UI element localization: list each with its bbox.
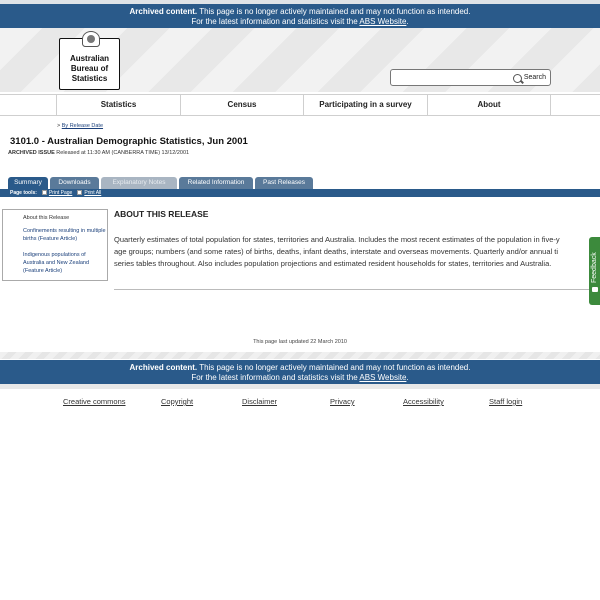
main-navigation: Statistics Census Participating in a sur… [0,94,600,116]
nav-item-census[interactable]: Census [180,95,303,115]
search-button[interactable]: Search [512,72,546,84]
nav-item-participating[interactable]: Participating in a survey [303,95,427,115]
release-sidebar: About this Release Confinements resultin… [2,209,108,281]
archive-banner-text: This page is no longer actively maintain… [197,7,471,16]
sidebar-item-indigenous[interactable]: Indigenous populations of Australia and … [23,251,107,275]
nav-item-statistics[interactable]: Statistics [56,95,180,115]
logo-line-2: Bureau of [70,64,109,73]
archive-banner-bottom-suffix: . [406,373,409,382]
feedback-button[interactable]: Feedback [589,237,600,305]
print-all-link[interactable]: Print All [84,190,101,196]
sidebar-item-confinements[interactable]: Confinements resulting in multiple birth… [23,227,107,243]
description-line-1: Quarterly estimates of total population … [114,235,560,244]
search-icon [512,73,522,83]
archive-banner-bottom-prefix: For the latest information and statistic… [191,373,360,382]
archive-banner-bottom-text: This page is no longer actively maintain… [197,363,471,372]
archive-banner-top: Archived content. This page is no longer… [0,4,600,28]
archive-banner-bottom-bold: Archived content. [129,363,198,372]
print-all-icon [77,190,83,196]
tab-explanatory-notes: Explanatory Notes [101,177,177,189]
archive-banner-line2-suffix: . [406,17,409,26]
search-button-label: Search [523,74,546,81]
footer-link-disclaimer[interactable]: Disclaimer [242,397,277,406]
footer-link-privacy[interactable]: Privacy [330,397,355,406]
last-updated: This page last updated 22 March 2010 [253,339,347,345]
archive-banner-bottom: Archived content. This page is no longer… [0,360,600,384]
abs-logo[interactable]: Australian Bureau of Statistics [59,31,120,90]
breadcrumb-separator: > [57,123,61,129]
breadcrumb: > By Release Date [57,123,103,129]
tab-downloads[interactable]: Downloads [50,177,99,189]
footer-link-staff-login[interactable]: Staff login [489,397,522,406]
tab-related-information[interactable]: Related Information [179,177,253,189]
archive-banner-line2-prefix: For the latest information and statistic… [191,17,360,26]
abs-website-link[interactable]: ABS Website [359,17,406,26]
abs-website-link-bottom[interactable]: ABS Website [359,373,406,382]
logo-line-3: Statistics [71,74,108,83]
nav-item-spacer [550,95,600,115]
breadcrumb-by-release-date[interactable]: By Release Date [62,123,103,129]
tab-summary[interactable]: Summary [8,177,48,189]
page-tools-label: Page tools: [10,190,37,196]
print-page-icon [41,190,47,196]
tab-past-releases[interactable]: Past Releases [255,177,313,189]
footer-separator [0,352,600,359]
release-description: Quarterly estimates of total population … [114,234,600,270]
nav-item-about[interactable]: About [427,95,550,115]
content-divider [114,289,600,290]
footer-link-accessibility[interactable]: Accessibility [403,397,444,406]
search-input[interactable]: Search [390,69,551,86]
description-line-3: series tables throughout. Also includes … [114,259,552,268]
footer-separator-2 [0,384,600,389]
page-tools: Page tools: Print Page Print All [10,190,101,196]
issue-line: ARCHIVED ISSUE Released at 11:30 AM (CAN… [8,150,189,156]
footer-link-copyright[interactable]: Copyright [161,397,193,406]
feedback-icon [592,287,598,292]
logo-line-1: Australian [69,54,110,63]
feedback-label: Feedback [591,252,598,283]
page-title: 3101.0 - Australian Demographic Statisti… [10,136,248,147]
coat-of-arms-icon [82,31,100,47]
sidebar-item-about-release: About this Release [23,215,70,221]
print-page-link[interactable]: Print Page [49,190,72,196]
section-heading: ABOUT THIS RELEASE [114,209,209,219]
archive-banner-bold: Archived content. [129,7,198,16]
release-date-text: Released at 11:30 AM (CANBERRA TIME) 13/… [54,150,190,156]
archived-issue-label: ARCHIVED ISSUE [8,150,55,156]
description-line-2: age groups; numbers (and some rates) of … [114,247,558,256]
footer-link-creative-commons[interactable]: Creative commons [63,397,126,406]
